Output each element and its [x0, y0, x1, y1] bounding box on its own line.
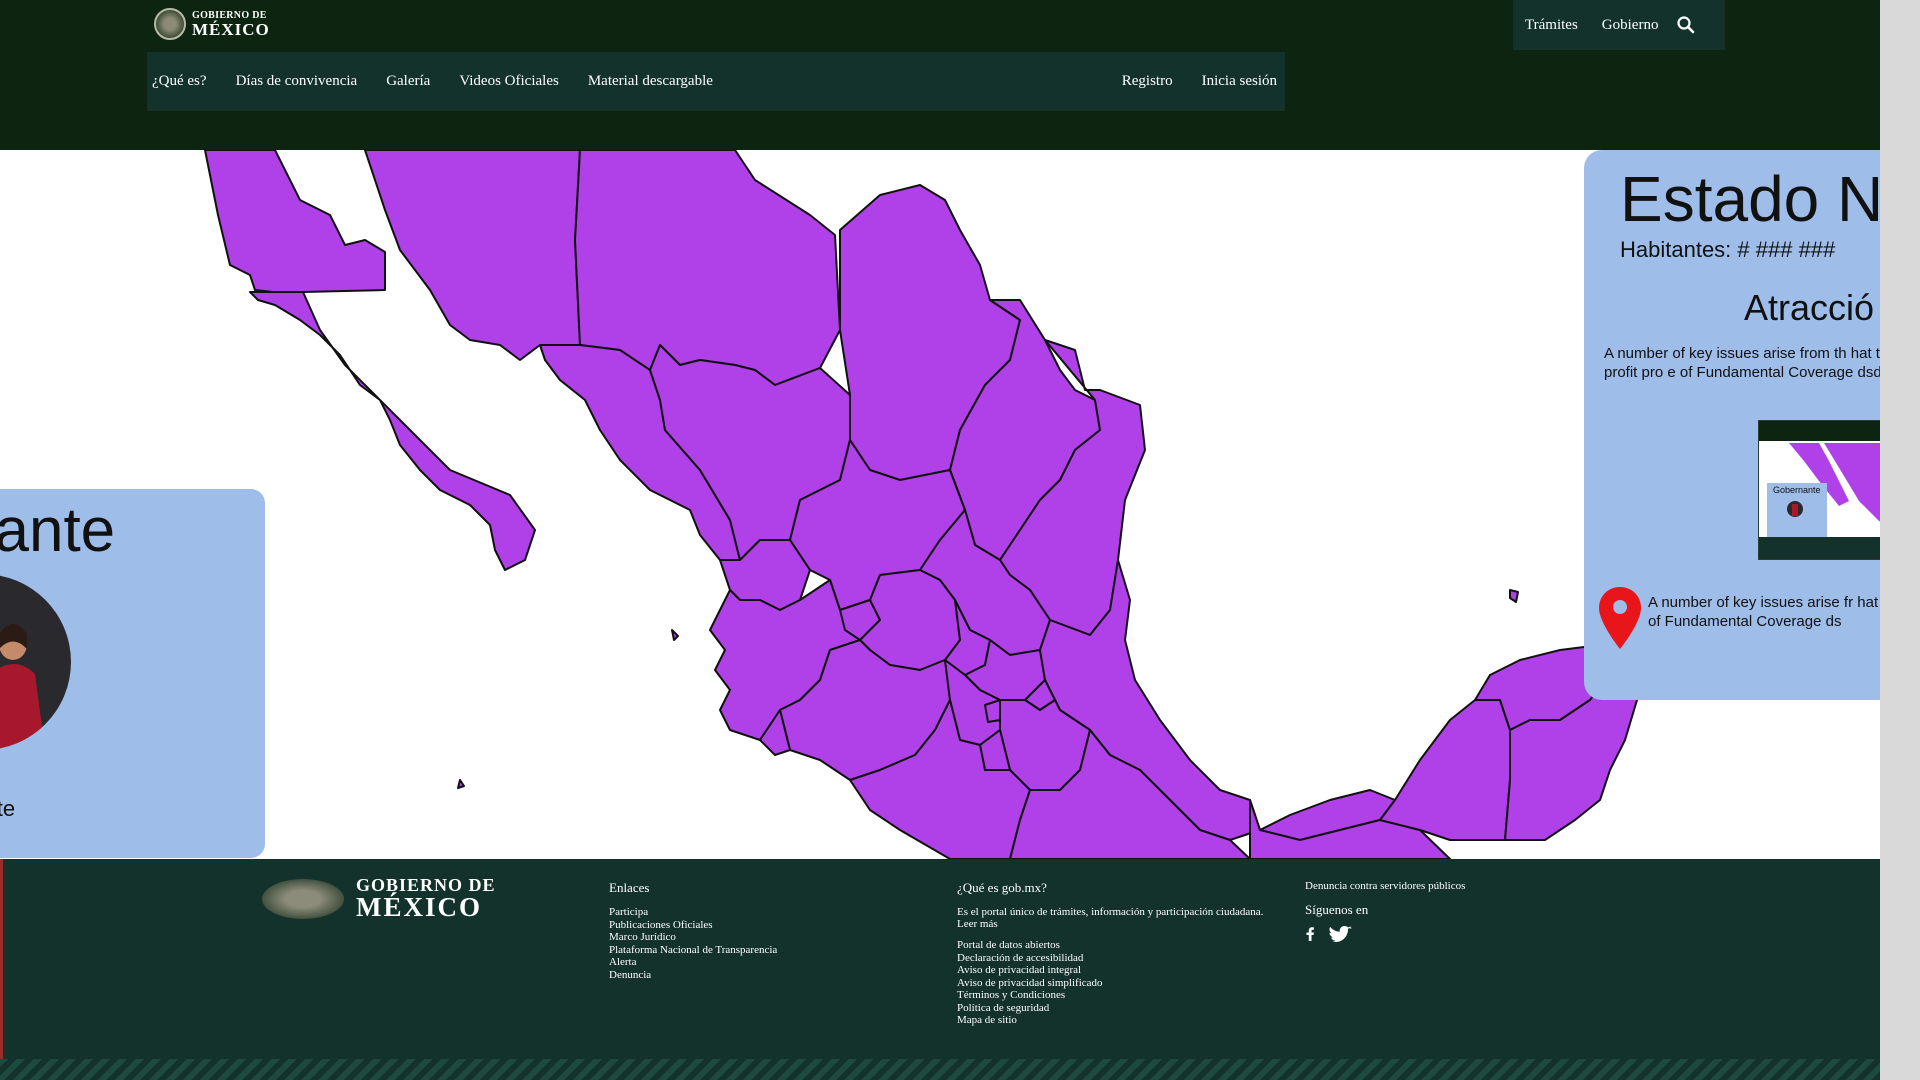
vertical-scrollbar[interactable] [1880, 0, 1920, 1080]
state-cdmx[interactable] [984, 699, 1001, 723]
twitter-icon[interactable] [1325, 926, 1353, 942]
nav-que-es[interactable]: ¿Qué es? [152, 73, 207, 90]
footer-denuncia: Denuncia contra servidores públicos Sígu… [1305, 880, 1465, 942]
footer-que-es: ¿Qué es gob.mx? Es el portal único de tr… [957, 880, 1267, 1027]
footer-link[interactable]: Mapa de sitio [957, 1014, 1267, 1027]
social-links [1305, 926, 1465, 942]
top-links-bar: Trámites Gobierno [1513, 0, 1725, 50]
footer-link[interactable]: Denuncia [609, 969, 777, 982]
footer-link[interactable]: Participa [609, 906, 777, 919]
governor-card-title: nante [0, 496, 116, 565]
governor-card-subtitle: nante [0, 796, 16, 821]
state-population: Habitantes: # ### ### [1620, 237, 1836, 262]
facebook-icon[interactable] [1305, 927, 1315, 941]
link-gobierno[interactable]: Gobierno [1590, 17, 1671, 34]
nav-videos-oficiales[interactable]: Videos Oficiales [459, 73, 559, 90]
attractions-description: A number of key issues arise from th hat… [1604, 345, 1880, 381]
siguenos-heading: Síguenos en [1305, 902, 1369, 917]
state-sonora[interactable] [364, 150, 581, 361]
footer-link[interactable]: Aviso de privacidad integral [957, 964, 1267, 977]
state-name: Estado N [1620, 163, 1880, 235]
search-icon[interactable] [1676, 15, 1696, 35]
footer-link[interactable]: Política de seguridad [957, 1002, 1267, 1015]
page: GOBIERNO DE MÉXICO Trámites Gobierno ¿Qu… [0, 0, 1880, 1080]
seal-icon [154, 8, 186, 40]
footer-link[interactable]: Declaración de accesibilidad [957, 952, 1267, 965]
footer-link[interactable]: Alerta [609, 956, 777, 969]
thumbnail-label: Gobernante [1773, 485, 1821, 495]
state-baja-california[interactable] [204, 150, 386, 296]
nav-material-descargable[interactable]: Material descargable [588, 73, 713, 90]
attractions-heading: Atracció [1744, 287, 1875, 328]
footer-link[interactable]: Plataforma Nacional de Transparencia [609, 944, 777, 957]
attraction-thumbnail[interactable]: Gobernante [1758, 420, 1880, 560]
map-pin-icon[interactable] [1597, 585, 1643, 651]
footer-enlaces: Enlaces Participa Publicaciones Oficiale… [609, 880, 777, 981]
state-campeche[interactable] [1379, 699, 1511, 841]
island [671, 629, 679, 641]
que-es-heading: ¿Qué es gob.mx? [957, 880, 1047, 895]
que-es-paragraph: Es el portal único de trámites, informac… [957, 906, 1264, 930]
footer: GOBIERNO DE MÉXICO Enlaces Participa Pub… [0, 859, 1880, 1080]
logo-line1: GOBIERNO DE [192, 9, 267, 21]
link-tramites[interactable]: Trámites [1513, 17, 1590, 34]
footer-link[interactable]: Aviso de privacidad simplificado [957, 977, 1267, 990]
footer-accent-line [0, 859, 3, 1059]
footer-logo[interactable]: GOBIERNO DE MÉXICO [262, 876, 496, 921]
footer-logo-line2: MÉXICO [356, 892, 482, 922]
nav-inicia-sesion[interactable]: Inicia sesión [1202, 73, 1277, 90]
logo-line2: MÉXICO [192, 19, 270, 39]
enlaces-heading: Enlaces [609, 880, 650, 895]
main-nav: ¿Qué es? Días de convivencia Galería Vid… [147, 52, 1285, 111]
nav-registro[interactable]: Registro [1122, 73, 1173, 90]
nav-galeria[interactable]: Galería [386, 73, 430, 90]
footer-link[interactable]: Términos y Condiciones [957, 989, 1267, 1002]
gobierno-logo[interactable]: GOBIERNO DE MÉXICO [154, 8, 270, 40]
denuncia-link[interactable]: Denuncia contra servidores públicos [1305, 880, 1465, 892]
island [457, 779, 465, 789]
seal-icon [262, 878, 344, 919]
header: GOBIERNO DE MÉXICO Trámites Gobierno ¿Qu… [0, 0, 1880, 150]
attraction-description-2: A number of key issues arise fr hat the … [1648, 594, 1880, 630]
island [1509, 589, 1519, 603]
governor-photo [0, 574, 71, 750]
governor-card: nante nante [0, 489, 265, 858]
nav-dias-convivencia[interactable]: Días de convivencia [236, 73, 358, 90]
footer-link[interactable]: Marco Jurídico [609, 931, 777, 944]
footer-pattern [0, 1059, 1880, 1080]
footer-link[interactable]: Publicaciones Oficiales [609, 919, 777, 932]
footer-link[interactable]: Portal de datos abiertos [957, 939, 1267, 952]
